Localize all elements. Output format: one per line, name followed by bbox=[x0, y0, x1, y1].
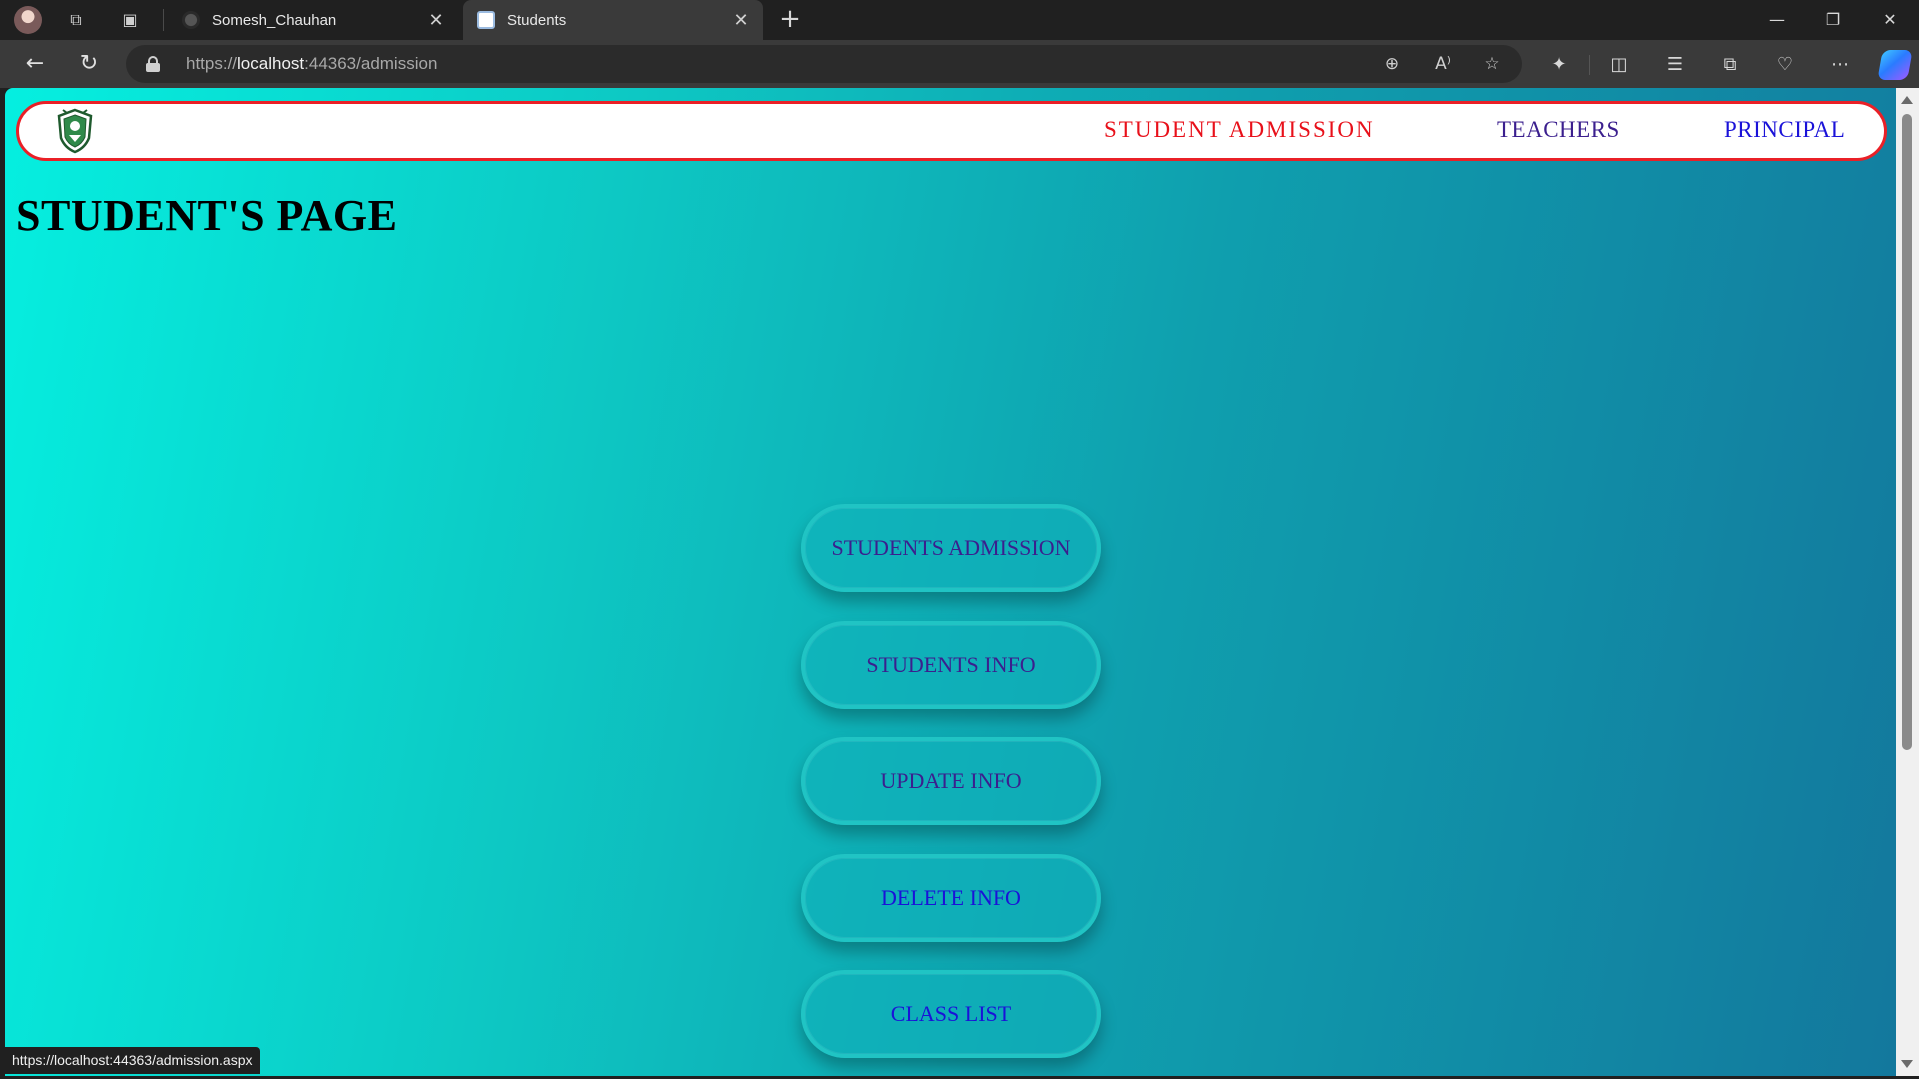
close-icon[interactable]: ✕ bbox=[426, 10, 446, 31]
browser-tab-bar: ⧉ ▣ Somesh_Chauhan ✕ Students ✕ + — ❐ ✕ bbox=[0, 0, 1919, 40]
github-favicon-icon bbox=[182, 11, 200, 29]
url-text[interactable]: https://localhost:44363/admission bbox=[186, 54, 437, 74]
browser-toolbar: ← ↻ https://localhost:44363/admission ⊕ … bbox=[0, 40, 1919, 88]
collections-icon[interactable]: ⧉ bbox=[1717, 52, 1743, 78]
restore-button[interactable]: ❐ bbox=[1813, 6, 1853, 34]
workspaces-icon[interactable]: ⧉ bbox=[66, 10, 86, 30]
favorites-icon[interactable]: ☰ bbox=[1662, 52, 1688, 78]
url-path: :44363/admission bbox=[304, 54, 438, 73]
split-screen-icon[interactable]: ◫ bbox=[1606, 52, 1632, 78]
status-url-preview: https://localhost:44363/admission.aspx bbox=[4, 1047, 261, 1074]
site-navbar: STUDENT ADMISSION TEACHERS PRINCIPAL bbox=[16, 101, 1887, 161]
copilot-icon[interactable] bbox=[1877, 50, 1913, 80]
students-admission-button[interactable]: STUDENTS ADMISSION bbox=[801, 504, 1101, 592]
tab-title: Students bbox=[507, 11, 567, 29]
school-logo-icon bbox=[57, 108, 93, 154]
page-scrollbar[interactable] bbox=[1896, 88, 1919, 1076]
url-host: localhost bbox=[237, 54, 305, 73]
lock-icon[interactable] bbox=[146, 56, 160, 72]
refresh-button[interactable]: ↻ bbox=[76, 52, 102, 78]
zoom-icon[interactable]: ⊕ bbox=[1381, 53, 1403, 75]
read-aloud-icon[interactable]: A⁾ bbox=[1432, 53, 1454, 75]
extensions-icon[interactable]: ✦ bbox=[1546, 52, 1572, 78]
nav-link-principal[interactable]: PRINCIPAL bbox=[1724, 117, 1845, 143]
new-tab-button[interactable]: + bbox=[776, 6, 804, 34]
tab-separator bbox=[163, 9, 164, 31]
back-button[interactable]: ← bbox=[22, 52, 48, 78]
tab-title: Somesh_Chauhan bbox=[212, 11, 337, 29]
profile-avatar[interactable] bbox=[14, 6, 42, 34]
close-icon[interactable]: ✕ bbox=[731, 10, 751, 31]
students-info-button[interactable]: STUDENTS INFO bbox=[801, 621, 1101, 709]
minimize-button[interactable]: — bbox=[1757, 6, 1797, 34]
browser-health-icon[interactable]: ♡ bbox=[1772, 52, 1798, 78]
page-favicon-icon bbox=[477, 11, 495, 29]
tab-somesh-chauhan[interactable]: Somesh_Chauhan ✕ bbox=[168, 0, 458, 40]
class-list-button[interactable]: CLASS LIST bbox=[801, 970, 1101, 1058]
page-viewport: STUDENT ADMISSION TEACHERS PRINCIPAL STU… bbox=[5, 88, 1896, 1076]
page-title: STUDENT'S PAGE bbox=[16, 191, 398, 240]
scroll-down-arrow-icon[interactable] bbox=[1901, 1060, 1913, 1068]
favorite-star-icon[interactable]: ☆ bbox=[1481, 53, 1503, 75]
update-info-button[interactable]: UPDATE INFO bbox=[801, 737, 1101, 825]
nav-link-student-admission[interactable]: STUDENT ADMISSION bbox=[1104, 117, 1375, 143]
address-bar[interactable]: https://localhost:44363/admission ⊕ A⁾ ☆ bbox=[126, 45, 1522, 83]
more-options-icon[interactable]: ⋯ bbox=[1827, 52, 1853, 78]
tab-actions-icon[interactable]: ▣ bbox=[120, 10, 140, 30]
scrollbar-thumb[interactable] bbox=[1902, 114, 1912, 750]
delete-info-button[interactable]: DELETE INFO bbox=[801, 854, 1101, 942]
window-close-button[interactable]: ✕ bbox=[1870, 6, 1910, 34]
url-scheme: https:// bbox=[186, 54, 238, 73]
toolbar-separator bbox=[1589, 55, 1590, 75]
nav-link-teachers[interactable]: TEACHERS bbox=[1497, 117, 1620, 143]
scroll-up-arrow-icon[interactable] bbox=[1901, 96, 1913, 104]
tab-students[interactable]: Students ✕ bbox=[463, 0, 763, 40]
